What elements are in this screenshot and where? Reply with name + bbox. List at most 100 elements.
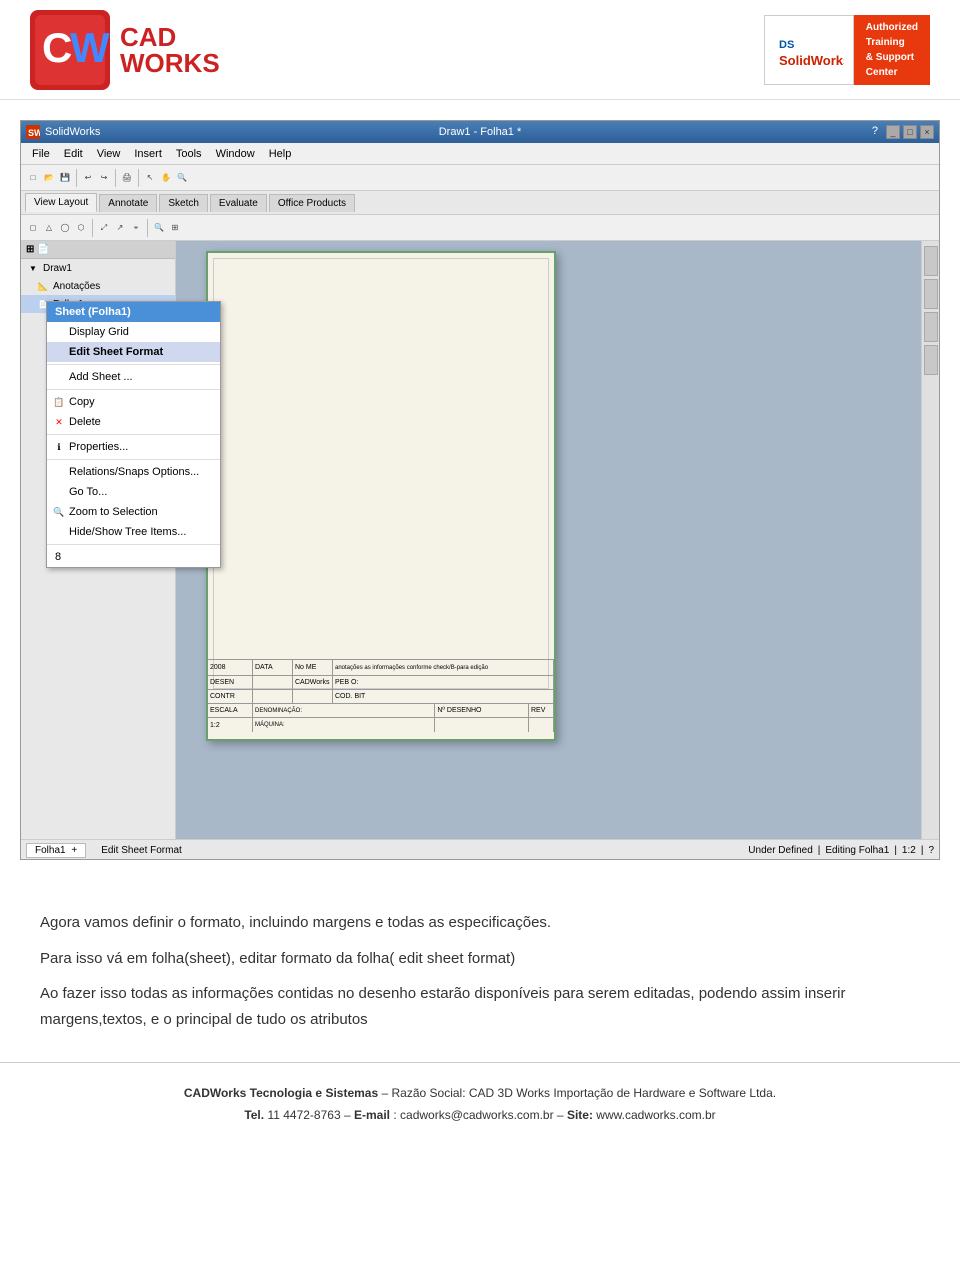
zoom-icon[interactable]: 🔍 <box>174 170 190 186</box>
ctx-relations-snaps[interactable]: Relations/Snaps Options... <box>47 462 220 482</box>
tb-icon-2[interactable]: △ <box>41 220 57 236</box>
tb-icon-search[interactable]: 🔍 <box>151 220 167 236</box>
titlebar-controls[interactable]: ? _ □ × <box>872 125 934 139</box>
tb-empty3 <box>293 690 333 703</box>
tb-num-val <box>435 718 529 732</box>
rp-btn-3[interactable] <box>924 312 938 342</box>
sw-app-icon: SW <box>26 125 40 139</box>
tab-annotate[interactable]: Annotate <box>99 194 157 212</box>
add-sheet-icon[interactable]: + <box>71 845 77 856</box>
under-defined-status: Under Defined <box>748 845 812 856</box>
menu-insert[interactable]: Insert <box>128 146 168 162</box>
status-text: Edit Sheet Format <box>101 845 182 856</box>
document-title: Draw1 - Folha1 * <box>439 126 522 138</box>
tb-rev: REV <box>529 704 554 717</box>
sw-main-area: ⊞ 📄 ▼ Draw1 📐 Anotações 📄 Folha1 Sheet (… <box>21 241 939 839</box>
tb-icon-1[interactable]: ◻ <box>25 220 41 236</box>
rp-btn-4[interactable] <box>924 345 938 375</box>
menu-help[interactable]: Help <box>263 146 298 162</box>
tb-icon-grid[interactable]: ⊞ <box>167 220 183 236</box>
tb-contr: CONTR <box>208 690 253 703</box>
select-icon[interactable]: ↖ <box>142 170 158 186</box>
help-icon[interactable]: ? <box>928 845 934 856</box>
tb-desen: DESEN <box>208 676 253 689</box>
sw-titlebar: SW SolidWorks Draw1 - Folha1 * ? _ □ × <box>21 121 939 143</box>
open-icon[interactable]: 📂 <box>41 170 57 186</box>
status-tab-folha[interactable]: Folha1 + <box>26 843 86 858</box>
paragraph-2: Para isso vá em folha(sheet), editar for… <box>40 946 920 972</box>
page-footer: CADWorks Tecnologia e Sistemas – Razão S… <box>0 1062 960 1146</box>
tb-year: 2008 <box>208 660 253 675</box>
cw-logo-icon: C W <box>30 10 110 90</box>
tree-annotations-label: Anotações <box>53 281 100 292</box>
ctx-sep4 <box>47 459 220 460</box>
ctx-edit-sheet-format[interactable]: Edit Sheet Format <box>47 342 220 362</box>
tab-view-layout[interactable]: View Layout <box>25 193 97 212</box>
tab-evaluate[interactable]: Evaluate <box>210 194 267 212</box>
tree-annotations-icon: 📐 <box>36 279 50 293</box>
tree-item-annotations[interactable]: 📐 Anotações <box>21 277 175 295</box>
rp-btn-2[interactable] <box>924 279 938 309</box>
tab-office-products[interactable]: Office Products <box>269 194 355 212</box>
ctx-display-grid[interactable]: Display Grid <box>47 322 220 342</box>
undo-icon[interactable]: ↩ <box>80 170 96 186</box>
properties-icon: ℹ <box>52 440 66 454</box>
footer-company-line: CADWorks Tecnologia e Sistemas – Razão S… <box>40 1083 920 1105</box>
tb-escala: ESCALA <box>208 704 253 717</box>
ctx-hide-show[interactable]: Hide/Show Tree Items... <box>47 522 220 542</box>
sep-status2: | <box>894 845 897 856</box>
tb-row-5: 1:2 MÁQUINA: <box>208 718 554 732</box>
auth-line3: & Support <box>866 50 918 65</box>
restore-button[interactable]: □ <box>903 125 917 139</box>
tb-icon-7[interactable]: ⌖ <box>128 220 144 236</box>
ctx-sep3 <box>47 434 220 435</box>
logo-line2: WORKS <box>120 50 220 76</box>
menu-tools[interactable]: Tools <box>170 146 208 162</box>
footer-colon1: : <box>393 1108 400 1122</box>
svg-text:SolidWorks: SolidWorks <box>779 53 844 68</box>
svg-text:W: W <box>70 24 110 71</box>
new-icon[interactable]: □ <box>25 170 41 186</box>
ctx-go-to[interactable]: Go To... <box>47 482 220 502</box>
tb-nome-label: No ME <box>293 660 333 675</box>
ctx-delete[interactable]: ✕ Delete <box>47 412 220 432</box>
minimize-button[interactable]: _ <box>886 125 900 139</box>
ctx-copy[interactable]: 📋 Copy <box>47 392 220 412</box>
drawing-sheet: 2008 DATA No ME anotações as informações… <box>206 251 556 741</box>
sheet-inner-border <box>213 258 549 689</box>
delete-icon: ✕ <box>52 415 66 429</box>
sw-sidebar: ⊞ 📄 ▼ Draw1 📐 Anotações 📄 Folha1 Sheet (… <box>21 241 176 839</box>
scale-status: 1:2 <box>902 845 916 856</box>
menu-window[interactable]: Window <box>210 146 261 162</box>
rp-btn-1[interactable] <box>924 246 938 276</box>
tb-row-2: DESEN CADWorks PEB O: <box>208 676 554 690</box>
ctx-properties[interactable]: ℹ Properties... <box>47 437 220 457</box>
tb-icon-4[interactable]: ⬡ <box>73 220 89 236</box>
tb-sep4 <box>92 219 93 237</box>
menu-file[interactable]: File <box>26 146 56 162</box>
solidworks-screenshot: SW SolidWorks Draw1 - Folha1 * ? _ □ × F… <box>20 120 940 860</box>
close-button[interactable]: × <box>920 125 934 139</box>
tb-icon-5[interactable]: ⤢ <box>96 220 112 236</box>
app-title: SolidWorks <box>45 126 100 138</box>
menu-view[interactable]: View <box>91 146 127 162</box>
tb-row-1: 2008 DATA No ME anotações as informações… <box>208 660 554 676</box>
tb-icon-6[interactable]: ↗ <box>112 220 128 236</box>
ctx-sep5 <box>47 544 220 545</box>
tb-icon-3[interactable]: ◯ <box>57 220 73 236</box>
footer-company: CADWorks Tecnologia e Sistemas <box>184 1086 378 1100</box>
ctx-add-sheet[interactable]: Add Sheet ... <box>47 367 220 387</box>
footer-email-label: E-mail <box>354 1108 390 1122</box>
sw-canvas[interactable]: 2008 DATA No ME anotações as informações… <box>176 241 939 839</box>
redo-icon[interactable]: ↪ <box>96 170 112 186</box>
menu-edit[interactable]: Edit <box>58 146 89 162</box>
authorized-badge: Authorized Training & Support Center <box>854 15 930 85</box>
ctx-zoom-selection[interactable]: 🔍 Zoom to Selection <box>47 502 220 522</box>
tab-sketch[interactable]: Sketch <box>159 194 208 212</box>
print-icon[interactable]: 🖨 <box>119 170 135 186</box>
save-icon[interactable]: 💾 <box>57 170 73 186</box>
ctx-sep2 <box>47 389 220 390</box>
tb-cadworks: CADWorks <box>293 676 333 689</box>
tree-item-draw[interactable]: ▼ Draw1 <box>21 259 175 277</box>
pan-icon[interactable]: ✋ <box>158 170 174 186</box>
